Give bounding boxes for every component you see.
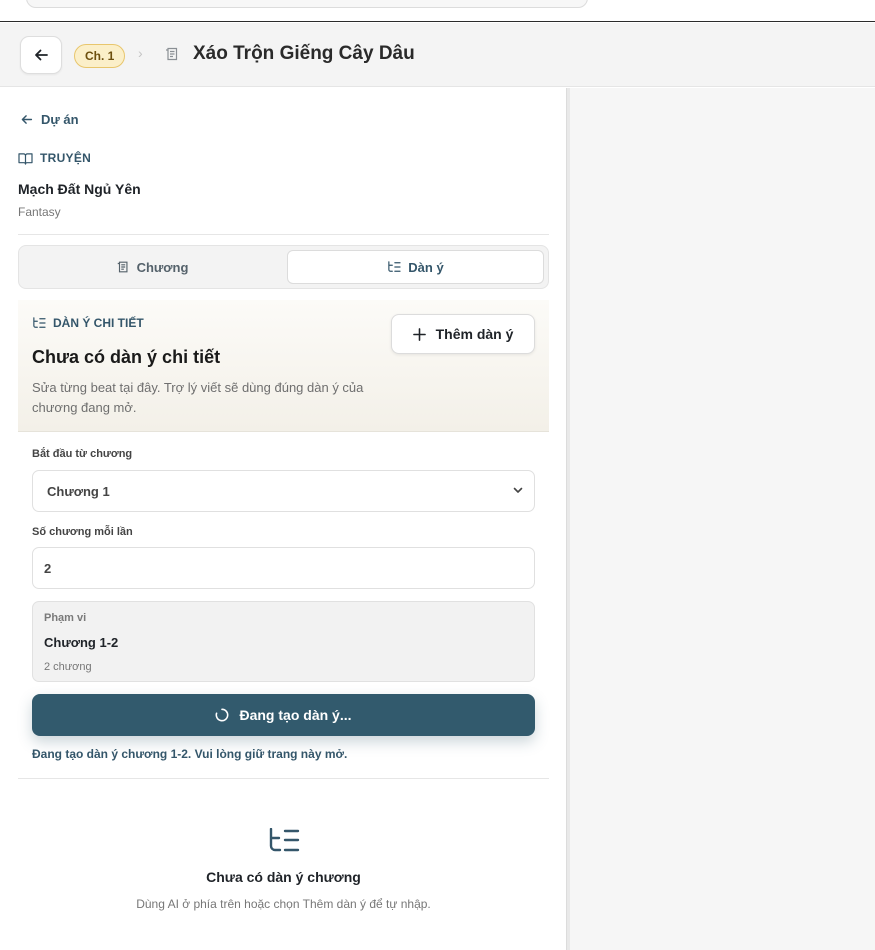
range-summary: Phạm vi Chương 1-2 2 chương: [32, 601, 535, 682]
chapter-badge[interactable]: Ch. 1: [74, 44, 126, 68]
tab-outline-label: Dàn ý: [408, 259, 444, 275]
start-chapter-value: Chương 1: [47, 483, 110, 499]
divider: [18, 778, 549, 779]
range-label: Phạm vi: [44, 612, 87, 624]
outline-title: Chưa có dàn ý chi tiết: [32, 347, 221, 367]
start-chapter-label: Bắt đầu từ chương: [32, 448, 133, 460]
page-title: Xáo Trộn Giếng Cây Dâu: [193, 43, 415, 64]
view-tabs: Chương Dàn ý: [18, 245, 549, 289]
scroll-icon: [117, 261, 128, 273]
back-link-label: Dự án: [41, 112, 79, 127]
chapters-per-run-label: Số chương mỗi lần: [32, 526, 133, 538]
tab-chapters[interactable]: Chương: [23, 250, 281, 284]
list-tree-icon: [33, 317, 46, 328]
chevron-down-icon: [513, 487, 523, 493]
outline-description: Sửa từng beat tại đây. Trợ lý viết sẽ dù…: [32, 380, 364, 415]
empty-state-description: Dùng AI ở phía trên hoặc chọn Thêm dàn ý…: [136, 897, 431, 911]
address-bar[interactable]: [26, 0, 588, 8]
story-section-text: TRUYỆN: [40, 151, 92, 165]
arrow-left-icon: [35, 49, 48, 61]
empty-state-title: Chưa có dàn ý chương: [206, 869, 361, 885]
outline-section-label: DÀN Ý CHI TIẾT: [32, 316, 144, 330]
outline-card: DÀN Ý CHI TIẾT Chưa có dàn ý chi tiết Sử…: [18, 300, 549, 432]
back-button[interactable]: [20, 36, 62, 74]
sidebar: Dự án TRUYỆN Mạch Đất Ngủ Yên Fantasy Ch…: [4, 88, 566, 950]
list-tree-icon: [388, 261, 401, 272]
breadcrumb-separator: ›: [138, 45, 143, 61]
spinner-icon: [216, 708, 229, 722]
range-value: Chương 1-2: [44, 635, 119, 650]
plus-icon: [412, 327, 426, 341]
add-outline-button[interactable]: Thêm dàn ý: [391, 314, 535, 354]
tab-chapters-label: Chương: [136, 259, 189, 275]
arrow-left-icon: [21, 115, 33, 124]
chapters-per-run-input[interactable]: [32, 547, 535, 589]
book-open-icon: [18, 152, 33, 165]
start-chapter-select[interactable]: Chương 1: [32, 470, 535, 512]
editor-pane: [570, 88, 875, 950]
story-genre: Fantasy: [18, 205, 61, 219]
outline-label-text: DÀN Ý CHI TIẾT: [53, 316, 144, 330]
scroll-icon: [166, 47, 178, 61]
generate-button-label: Đang tạo dàn ý...: [239, 707, 352, 723]
tab-outline[interactable]: Dàn ý: [287, 250, 544, 284]
story-section-label: TRUYỆN: [18, 151, 91, 165]
list-tree-icon: [269, 828, 300, 852]
story-name: Mạch Đất Ngủ Yên: [18, 181, 141, 197]
back-to-projects-link[interactable]: Dự án: [20, 112, 79, 127]
divider: [18, 234, 549, 235]
generation-status: Đang tạo dàn ý chương 1-2. Vui lòng giữ …: [32, 747, 348, 761]
generate-outline-button[interactable]: Đang tạo dàn ý...: [32, 694, 535, 736]
add-outline-label: Thêm dàn ý: [435, 326, 514, 342]
chapter-header: Ch. 1 › Xáo Trộn Giếng Cây Dâu: [0, 23, 875, 87]
range-count: 2 chương: [44, 661, 92, 673]
top-strip: [0, 0, 875, 22]
